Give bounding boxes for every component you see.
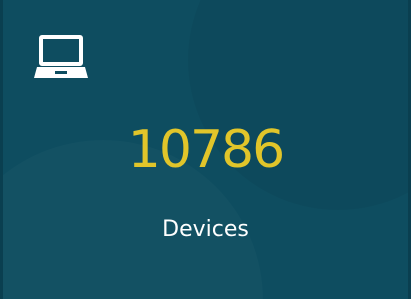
- device-count: 10786: [127, 120, 285, 180]
- laptop-icon: [34, 33, 90, 81]
- tile-label: Devices: [162, 217, 249, 242]
- devices-tile[interactable]: 10786 Devices: [0, 0, 411, 299]
